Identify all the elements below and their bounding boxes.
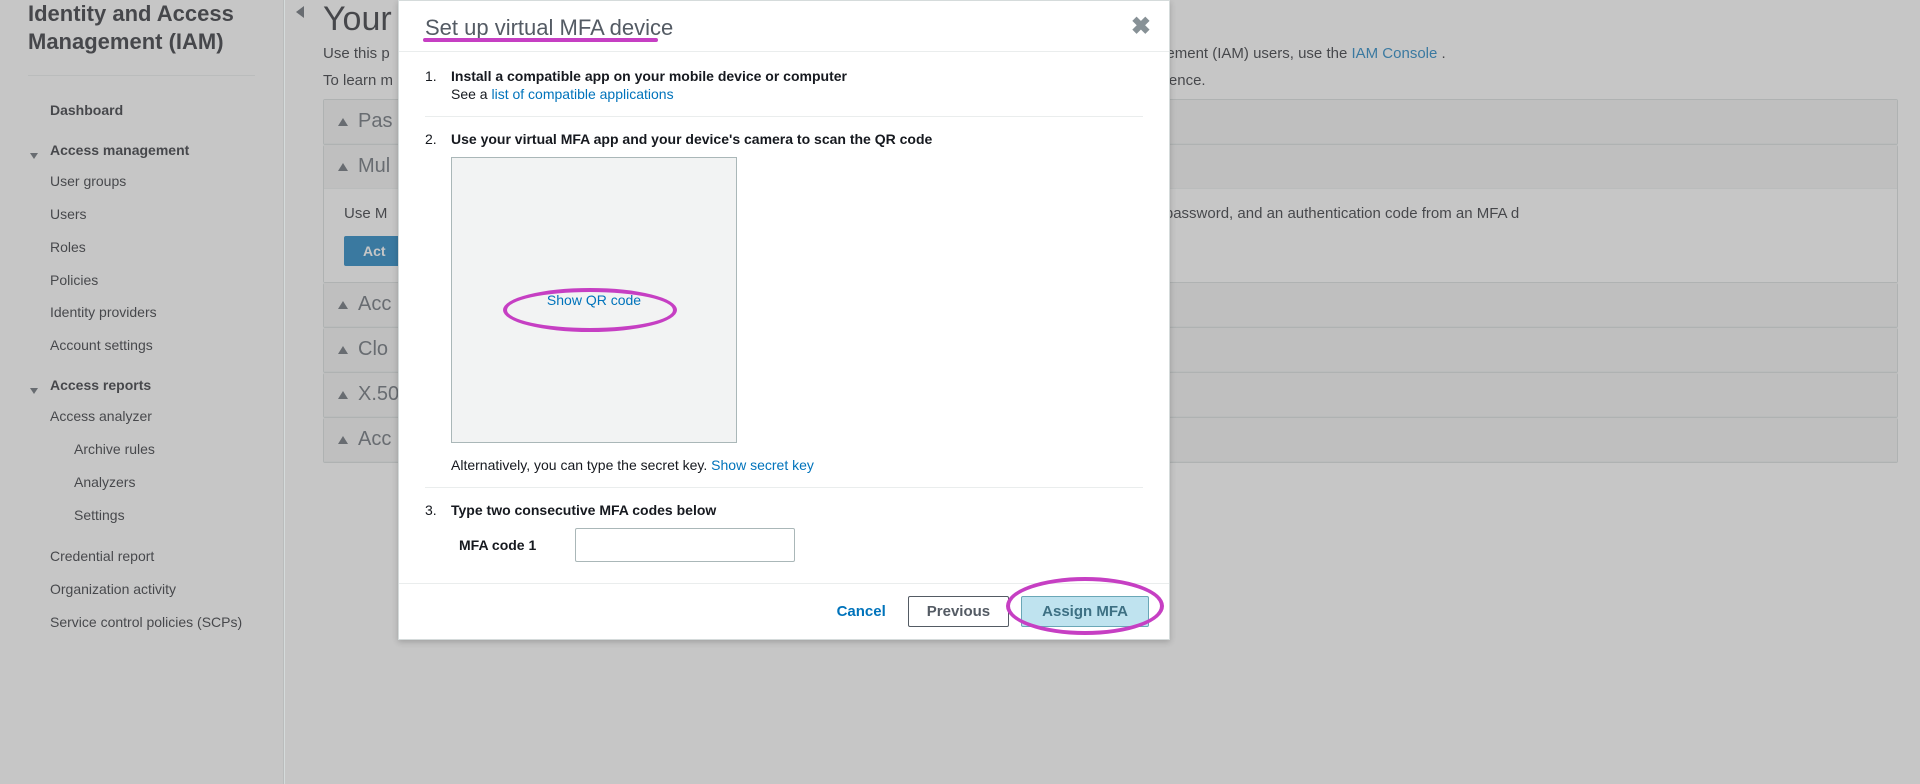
modal-footer: Cancel Previous Assign MFA xyxy=(399,583,1169,639)
alt-text: Alternatively, you can type the secret k… xyxy=(451,457,711,473)
modal-body: 1. Install a compatible app on your mobi… xyxy=(399,52,1169,583)
overlay-dim xyxy=(0,0,284,784)
show-secret-key-link[interactable]: Show secret key xyxy=(711,457,814,473)
step-number: 3. xyxy=(425,502,443,572)
assign-mfa-button[interactable]: Assign MFA xyxy=(1021,596,1149,627)
close-icon[interactable]: ✖ xyxy=(1131,15,1151,39)
mfa-code-1-input[interactable] xyxy=(575,528,795,562)
overlay-dim xyxy=(285,0,315,784)
step-2-title: Use your virtual MFA app and your device… xyxy=(451,131,1143,147)
step-number: 2. xyxy=(425,131,443,473)
show-qr-code-link[interactable]: Show QR code xyxy=(547,292,641,308)
mfa-setup-modal: Set up virtual MFA device ✖ 1. Install a… xyxy=(398,0,1170,640)
step-1-title: Install a compatible app on your mobile … xyxy=(451,68,1143,84)
modal-header: Set up virtual MFA device ✖ xyxy=(399,1,1169,52)
qr-code-placeholder: Show QR code xyxy=(451,157,737,443)
compatible-apps-link[interactable]: list of compatible applications xyxy=(491,86,673,102)
mfa-code-1-label: MFA code 1 xyxy=(459,537,559,553)
step-2: 2. Use your virtual MFA app and your dev… xyxy=(425,131,1143,473)
step-number: 1. xyxy=(425,68,443,102)
step-3-title: Type two consecutive MFA codes below xyxy=(451,502,1143,518)
cancel-button[interactable]: Cancel xyxy=(827,597,896,626)
separator xyxy=(425,116,1143,117)
step-3: 3. Type two consecutive MFA codes below … xyxy=(425,502,1143,572)
sidebar: Identity and Access Management (IAM) Das… xyxy=(0,0,285,784)
step-1: 1. Install a compatible app on your mobi… xyxy=(425,68,1143,102)
step-1-see: See a xyxy=(451,86,491,102)
previous-button[interactable]: Previous xyxy=(908,596,1009,627)
sidebar-collapse-handle[interactable] xyxy=(285,0,315,784)
modal-title: Set up virtual MFA device xyxy=(425,15,673,41)
separator xyxy=(425,487,1143,488)
